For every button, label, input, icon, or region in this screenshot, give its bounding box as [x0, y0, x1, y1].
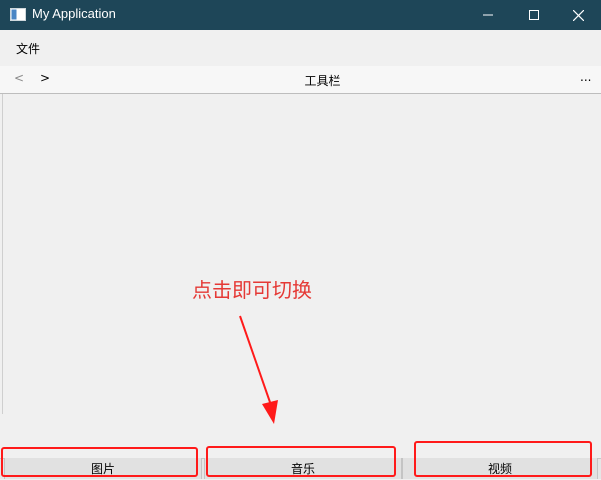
highlight-box-pictures — [1, 447, 198, 477]
close-icon — [572, 9, 584, 21]
toolbar-overflow-button[interactable]: ... — [580, 70, 591, 84]
maximize-icon — [529, 10, 539, 20]
maximize-button[interactable] — [511, 0, 557, 30]
app-icon — [10, 8, 26, 21]
left-divider — [2, 94, 3, 414]
highlight-box-music — [206, 446, 396, 477]
close-button[interactable] — [555, 0, 601, 30]
toolbar-title: 工具栏 — [304, 74, 341, 88]
menu-bar: 文件 — [0, 30, 601, 66]
menu-item-file[interactable]: 文件 — [10, 38, 46, 59]
highlight-box-video — [414, 441, 592, 477]
window-title: My Application — [32, 6, 116, 21]
title-bar: My Application — [0, 0, 601, 30]
minimize-button[interactable] — [465, 0, 511, 30]
minimize-icon — [483, 14, 493, 16]
annotation-text: 点击即可切换 — [192, 278, 312, 302]
toolbar: < > 工具栏 ... — [0, 66, 601, 94]
annotation-arrow-icon — [239, 315, 278, 424]
